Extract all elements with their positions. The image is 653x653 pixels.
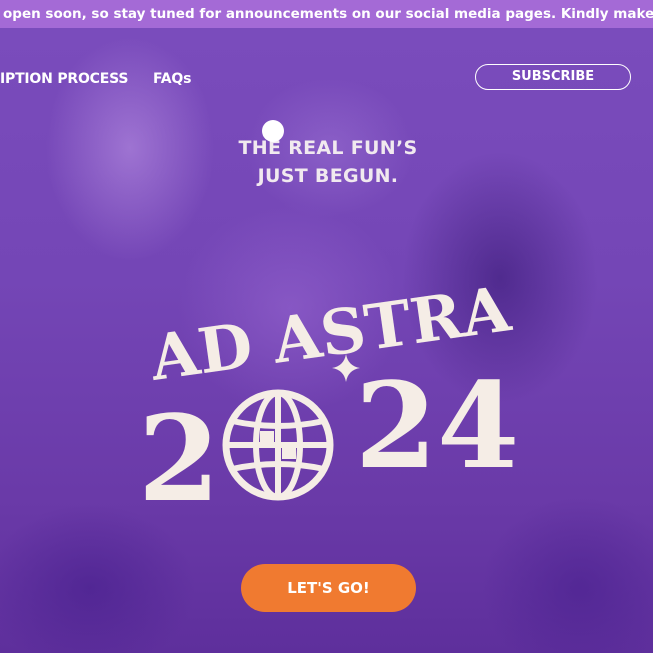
logo-year-digit-2: 2	[138, 389, 220, 528]
hero-tagline: THE REAL FUN’S JUST BEGUN.	[220, 134, 436, 190]
tagline-line-1: THE REAL FUN’S	[238, 137, 418, 159]
lets-go-button[interactable]: LET'S GO!	[241, 564, 416, 612]
ad-astra-logo: AD ASTRA 2 24	[138, 272, 519, 528]
logo-year-digits-24: 24	[355, 356, 519, 495]
nav-link-subscription-process[interactable]: IPTION PROCESS	[0, 71, 128, 87]
nav-link-faqs[interactable]: FAQs	[153, 71, 191, 87]
announcement-text: open soon, so stay tuned for announcemen…	[3, 6, 653, 22]
tagline-line-2: JUST BEGUN.	[257, 165, 399, 187]
announcement-bar: open soon, so stay tuned for announcemen…	[0, 0, 653, 28]
disco-globe-icon	[222, 389, 334, 501]
cursor-indicator	[262, 120, 284, 142]
subscribe-button[interactable]: SUBSCRIBE	[475, 64, 631, 90]
